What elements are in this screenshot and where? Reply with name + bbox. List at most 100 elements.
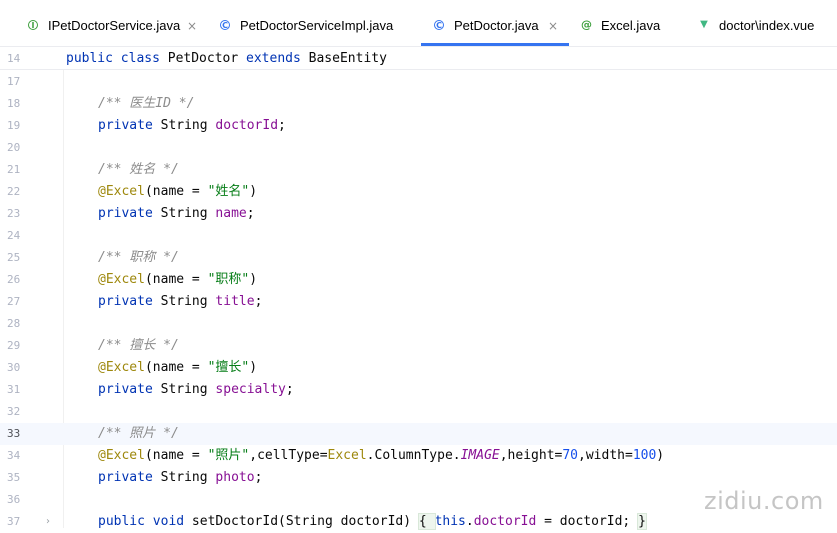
code-line: 21 /** 姓名 */ <box>0 159 837 181</box>
code-token: } <box>637 513 647 530</box>
close-icon[interactable]: × <box>548 18 558 34</box>
code-token: title <box>215 294 255 309</box>
code-line: 33 /** 照片 */ <box>0 423 837 445</box>
code-token: extends <box>246 51 309 66</box>
code-line: 26 @Excel(name = "职称") <box>0 269 837 291</box>
code-text: /** 照片 */ <box>98 423 179 445</box>
line-number: 29 <box>7 339 21 352</box>
tab-label: PetDoctorServiceImpl.java <box>240 18 394 33</box>
class-icon: C <box>434 20 444 30</box>
line-number: 35 <box>7 471 21 484</box>
code-token: "姓名" <box>207 184 250 199</box>
code-token: ; <box>254 294 263 309</box>
code-token: BaseEntity <box>308 51 387 66</box>
code-token: (name = <box>144 360 208 375</box>
code-line: public class PetDoctor extends BaseEntit… <box>66 48 387 70</box>
code-token: IMAGE <box>460 448 500 463</box>
line-number: 37 <box>7 515 21 528</box>
fold-chevron-icon[interactable]: › <box>46 511 50 533</box>
code-text: private String title; <box>98 291 262 313</box>
code-token: String <box>160 206 216 221</box>
code-token: (name = <box>144 272 208 287</box>
tab-label: Excel.java <box>601 18 661 33</box>
code-text: @Excel(name = "姓名") <box>98 181 257 203</box>
code-token: doctorId <box>473 514 537 529</box>
code-text: /** 姓名 */ <box>98 159 179 181</box>
code-token: ) <box>249 184 258 199</box>
code-token: ; <box>254 470 263 485</box>
code-text: public void setDoctorId(String doctorId)… <box>98 511 647 533</box>
code-token: PetDoctor <box>167 51 247 66</box>
code-token: private <box>98 206 161 221</box>
line-number: 28 <box>7 317 21 330</box>
line-number: 14 <box>7 52 21 65</box>
code-token: @Excel <box>98 360 145 375</box>
code-token: doctorId <box>215 118 279 133</box>
tab-petdoctorserviceimpl-java[interactable]: C PetDoctorServiceImpl.java <box>0 0 837 47</box>
code-token: String <box>160 118 216 133</box>
code-token: ,cellType= <box>249 448 328 463</box>
code-token: Excel <box>327 448 367 463</box>
code-token: (name = <box>144 448 208 463</box>
code-token: ) <box>249 272 258 287</box>
code-text: @Excel(name = "职称") <box>98 269 257 291</box>
tab-petdoctor-java[interactable]: C PetDoctor.java × <box>0 0 837 47</box>
code-line: 18 /** 医生ID */ <box>0 93 837 115</box>
code-token: @Excel <box>98 448 145 463</box>
code-line: 17 <box>0 71 837 93</box>
tab-label: IPetDoctorService.java <box>48 18 181 33</box>
code-token: ; <box>285 382 294 397</box>
code-token: this <box>434 514 466 529</box>
code-line: 20 <box>0 137 837 159</box>
code-token: /** 姓名 */ <box>98 162 179 177</box>
sticky-class-header[interactable]: 14 public class PetDoctor extends BaseEnt… <box>0 48 837 70</box>
code-token: setDoctorId(String doctorId) <box>191 514 419 529</box>
code-line: 22 @Excel(name = "姓名") <box>0 181 837 203</box>
code-line: 19 private String doctorId; <box>0 115 837 137</box>
code-token: = doctorId; <box>536 514 639 529</box>
code-token: String <box>160 294 216 309</box>
code-text: private String doctorId; <box>98 115 286 137</box>
code-token: ,width= <box>578 448 633 463</box>
code-token: private <box>98 470 161 485</box>
code-token: /** 医生ID */ <box>98 96 195 111</box>
code-token: . <box>465 514 474 529</box>
line-number: 22 <box>7 185 21 198</box>
code-line: 31 private String specialty; <box>0 379 837 401</box>
code-text: @Excel(name = "照片",cellType=Excel.Column… <box>98 445 664 467</box>
line-number: 27 <box>7 295 21 308</box>
line-number: 26 <box>7 273 21 286</box>
code-token: specialty <box>215 382 286 397</box>
code-token: { <box>417 513 436 530</box>
code-line: 35 private String photo; <box>0 467 837 489</box>
code-token: "照片" <box>207 448 250 463</box>
tab-excel-java[interactable]: @ Excel.java <box>0 0 837 47</box>
code-line: 32 <box>0 401 837 423</box>
tab-ipetdoctorservice-java[interactable]: I IPetDoctorService.java × <box>0 0 837 47</box>
close-icon[interactable]: × <box>187 18 197 34</box>
code-token: photo <box>215 470 255 485</box>
code-token: ; <box>246 206 255 221</box>
code-token: ,height= <box>499 448 563 463</box>
editor-tab-bar: I IPetDoctorService.java × C PetDoctorServic… <box>0 0 837 47</box>
code-line: 23 private String name; <box>0 203 837 225</box>
line-number: 32 <box>7 405 21 418</box>
code-text: /** 职称 */ <box>98 247 179 269</box>
line-number: 21 <box>7 163 21 176</box>
code-token: public void <box>98 514 192 529</box>
interface-icon: I <box>28 20 38 30</box>
tab-doctor-index-vue[interactable]: ▼ doctor\index.vue <box>0 0 837 47</box>
code-token: "职称" <box>207 272 250 287</box>
code-token: private <box>98 294 161 309</box>
code-text: private String photo; <box>98 467 262 489</box>
code-token: private <box>98 118 161 133</box>
code-token: name <box>215 206 247 221</box>
tab-label: PetDoctor.java <box>454 18 539 33</box>
vue-icon: ▼ <box>700 19 708 30</box>
code-text: private String name; <box>98 203 255 225</box>
code-token: private <box>98 382 161 397</box>
code-token: /** 职称 */ <box>98 250 179 265</box>
code-token: @Excel <box>98 272 145 287</box>
line-number: 33 <box>7 427 21 440</box>
code-token: "擅长" <box>207 360 250 375</box>
